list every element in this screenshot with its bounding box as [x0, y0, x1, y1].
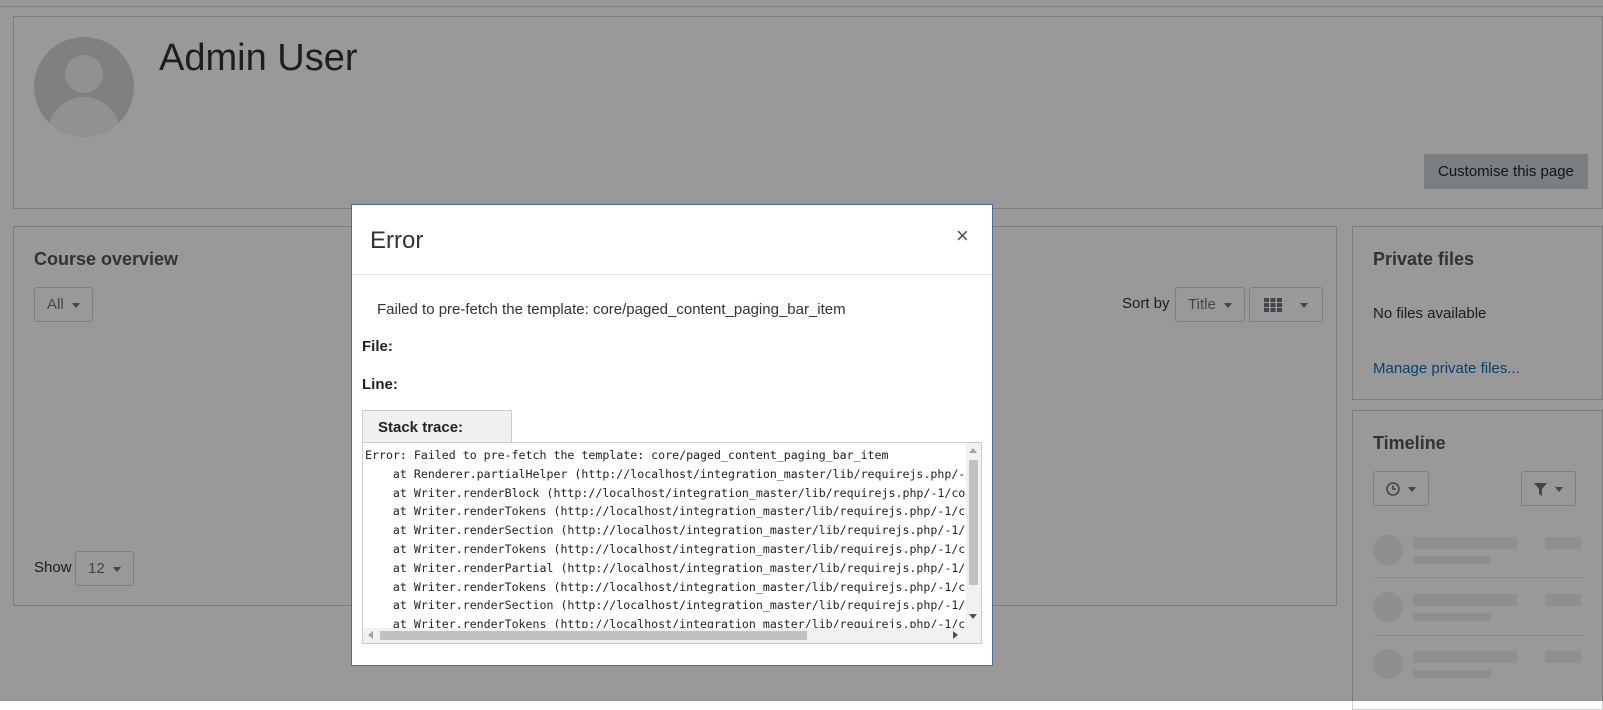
vertical-scrollbar[interactable] — [966, 443, 981, 629]
modal-header: Error × — [352, 205, 992, 275]
stack-trace-text: Error: Failed to pre-fetch the template:… — [365, 448, 967, 629]
horizontal-scroll-thumb[interactable] — [380, 631, 807, 640]
scroll-left-arrow-icon[interactable] — [368, 631, 373, 639]
close-button[interactable]: × — [956, 225, 969, 247]
stack-trace-toggle-button[interactable]: Stack trace: — [362, 410, 512, 443]
scroll-down-arrow-icon[interactable] — [969, 614, 977, 619]
horizontal-scrollbar[interactable] — [363, 628, 981, 643]
file-label: File: — [362, 338, 393, 355]
stack-trace-panel[interactable]: Error: Failed to pre-fetch the template:… — [362, 442, 982, 644]
line-label: Line: — [362, 376, 398, 393]
scroll-up-arrow-icon[interactable] — [969, 448, 977, 453]
modal-title: Error — [370, 227, 424, 254]
scroll-right-arrow-icon[interactable] — [953, 631, 958, 639]
error-message: Failed to pre-fetch the template: core/p… — [377, 301, 846, 318]
vertical-scroll-thumb[interactable] — [969, 460, 978, 585]
error-dialog: Error × Failed to pre-fetch the template… — [351, 204, 993, 666]
